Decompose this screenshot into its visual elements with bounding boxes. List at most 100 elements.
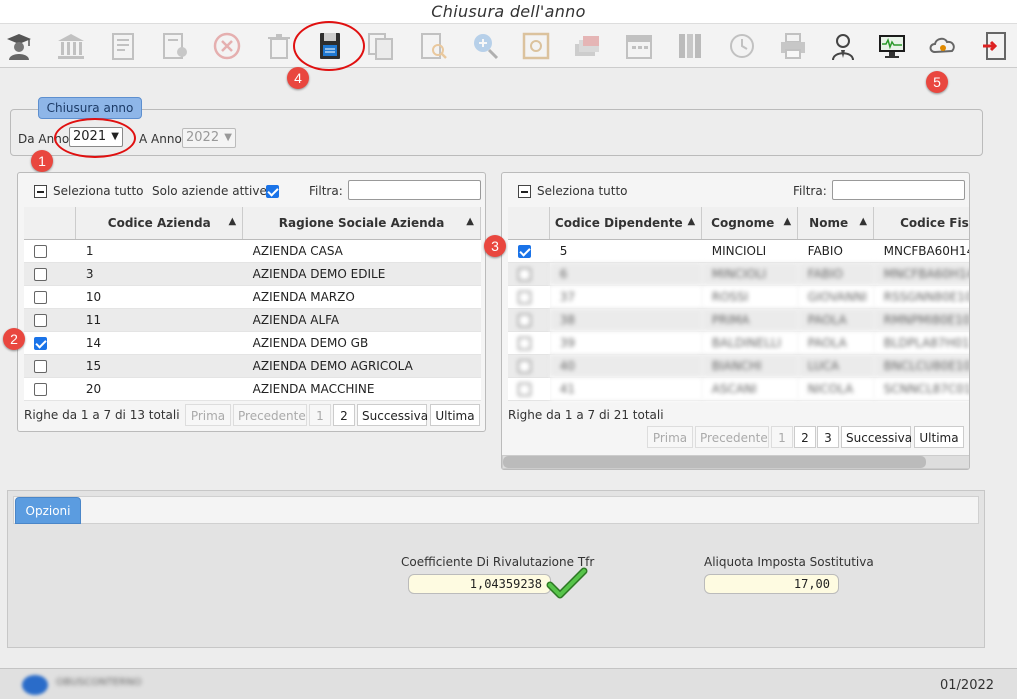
exit-icon[interactable]	[978, 28, 1012, 64]
pager-page-1[interactable]: 1	[309, 404, 331, 426]
employees-summary: Righe da 1 a 7 di 21 totali	[508, 408, 664, 422]
company-name: AZIENDA MACCHINE	[242, 377, 481, 401]
row-checkbox[interactable]	[518, 313, 531, 327]
monitor-icon[interactable]	[875, 28, 909, 64]
pager-last[interactable]: Ultima	[914, 426, 964, 448]
company-code: 11	[75, 308, 243, 332]
pager-last[interactable]: Ultima	[430, 404, 480, 426]
cloud-settings-icon[interactable]	[926, 28, 960, 64]
company-code: 14	[75, 331, 243, 355]
user-support-icon[interactable]	[826, 28, 860, 64]
row-checkbox[interactable]	[518, 244, 531, 258]
table-row[interactable]: 10 AZIENDA MARZO	[24, 285, 481, 309]
table-row[interactable]: 37 ROSSI GIOVANNI RSSGNN80E10	[508, 285, 969, 309]
company-name: AZIENDA DEMO GB	[242, 331, 481, 355]
pager-first[interactable]: Prima	[185, 404, 231, 426]
copy-icon[interactable]	[364, 28, 398, 64]
select-all-toggle[interactable]	[34, 185, 47, 198]
table-row[interactable]: 15 AZIENDA DEMO AGRICOLA	[24, 354, 481, 378]
graduate-icon[interactable]	[2, 28, 36, 64]
toolbar	[0, 24, 1017, 68]
employee-tax-code: SCNNCL87C01	[873, 377, 969, 401]
bank-icon[interactable]	[54, 28, 88, 64]
pager-next[interactable]: Successiva	[357, 404, 428, 426]
row-checkbox[interactable]	[518, 359, 531, 373]
table-row[interactable]: 20 AZIENDA MACCHINE	[24, 377, 481, 401]
employee-name: LUCA	[797, 354, 874, 378]
cancel-icon[interactable]	[210, 28, 244, 64]
company-code: 20	[75, 377, 243, 401]
table-row[interactable]: 1 AZIENDA CASA	[24, 239, 481, 263]
zoom-icon[interactable]	[468, 28, 502, 64]
pager-next[interactable]: Successiva	[841, 426, 912, 448]
options-tab-strip	[13, 496, 979, 524]
binders-icon[interactable]	[673, 28, 707, 64]
pager-prev[interactable]: Precedente	[233, 404, 307, 426]
options-tab[interactable]: Opzioni	[15, 497, 81, 524]
row-checkbox[interactable]	[34, 336, 47, 350]
employee-name: NICOLA	[797, 377, 874, 401]
table-row[interactable]: 39 BALDINELLI PAOLA BLDPLA87H01	[508, 331, 969, 355]
employee-code: 40	[549, 354, 702, 378]
row-checkbox[interactable]	[518, 267, 531, 281]
table-row[interactable]: 11 AZIENDA ALFA	[24, 308, 481, 332]
column-header-employee-code[interactable]: Codice Dipendente ▲	[549, 207, 703, 240]
table-row[interactable]: 14 AZIENDA DEMO GB	[24, 331, 481, 355]
pager-page-3[interactable]: 3	[817, 426, 839, 448]
table-row[interactable]: 41 ASCANI NICOLA SCNNCL87C01	[508, 377, 969, 401]
trash-icon[interactable]	[262, 28, 296, 64]
row-checkbox[interactable]	[34, 267, 47, 281]
search-document-icon[interactable]	[416, 28, 450, 64]
status-user: OBUSCONTERNO	[56, 677, 142, 688]
year-tab[interactable]: Chiusura anno	[38, 97, 142, 119]
scrollbar-thumb[interactable]	[503, 456, 926, 468]
table-row[interactable]: 38 PRIMA PAOLA RMNPMI80E10	[508, 308, 969, 332]
row-checkbox[interactable]	[34, 313, 47, 327]
table-row[interactable]: 3 AZIENDA DEMO EDILE	[24, 262, 481, 286]
pager-page-2[interactable]: 2	[794, 426, 816, 448]
employees-table: Codice Dipendente ▲ Cognome ▲ Nome ▲ Codice…	[508, 207, 969, 401]
clock-icon[interactable]	[725, 28, 759, 64]
printer-icon[interactable]	[776, 28, 810, 64]
to-year-select[interactable]: 2022 ▼	[182, 128, 236, 148]
pager-prev[interactable]: Precedente	[695, 426, 769, 448]
callout-5: 5	[926, 71, 948, 93]
column-header-code[interactable]: Codice Azienda ▲	[75, 207, 244, 240]
row-checkbox[interactable]	[518, 382, 531, 396]
row-checkbox[interactable]	[518, 290, 531, 304]
employee-name: GIOVANNI	[797, 285, 874, 309]
document-icon[interactable]	[106, 28, 140, 64]
pager-page-1[interactable]: 1	[771, 426, 793, 448]
row-checkbox[interactable]	[34, 244, 47, 258]
table-row[interactable]: 5MINCIOLIFABIOMNCFBA60H14F	[508, 239, 969, 263]
pager-page-2[interactable]: 2	[333, 404, 355, 426]
table-row[interactable]: 6MINCIOLIFABIOMNCFBA60H14F	[508, 262, 969, 286]
pager-first[interactable]: Prima	[647, 426, 693, 448]
table-row[interactable]: 40 BIANCHI LUCA BNCLCU80E10	[508, 354, 969, 378]
column-header-name[interactable]: Ragione Sociale Azienda ▲	[242, 207, 481, 240]
substitute-tax-input[interactable]: 17,00	[704, 574, 839, 594]
certificate-icon[interactable]	[158, 28, 192, 64]
companies-filter-input[interactable]	[348, 180, 481, 200]
employee-tax-code: MNCFBA60H14F	[873, 239, 969, 263]
row-checkbox[interactable]	[34, 382, 47, 396]
column-header-surname[interactable]: Cognome ▲	[701, 207, 799, 240]
company-code: 3	[75, 262, 243, 286]
employees-filter-input[interactable]	[832, 180, 965, 200]
window-titlebar: Chiusura dell'anno	[0, 0, 1017, 24]
safe-icon[interactable]	[519, 28, 553, 64]
company-code: 15	[75, 354, 243, 378]
column-header-tax-code[interactable]: Codice Fiscale	[873, 207, 969, 240]
tfr-coefficient-input[interactable]: 1,04359238	[408, 574, 551, 594]
employees-panel: Seleziona tutto Filtra: Codice Dipendent…	[501, 172, 970, 470]
row-checkbox[interactable]	[34, 359, 47, 373]
row-checkbox[interactable]	[34, 290, 47, 304]
callout-1: 1	[31, 150, 53, 172]
active-only-checkbox[interactable]	[266, 185, 279, 198]
select-all-toggle[interactable]	[518, 185, 531, 198]
company-name: AZIENDA CASA	[242, 239, 481, 263]
row-checkbox[interactable]	[518, 336, 531, 350]
calendar-icon[interactable]	[622, 28, 656, 64]
stack-icon[interactable]	[570, 28, 604, 64]
column-header-first-name[interactable]: Nome ▲	[797, 207, 875, 240]
